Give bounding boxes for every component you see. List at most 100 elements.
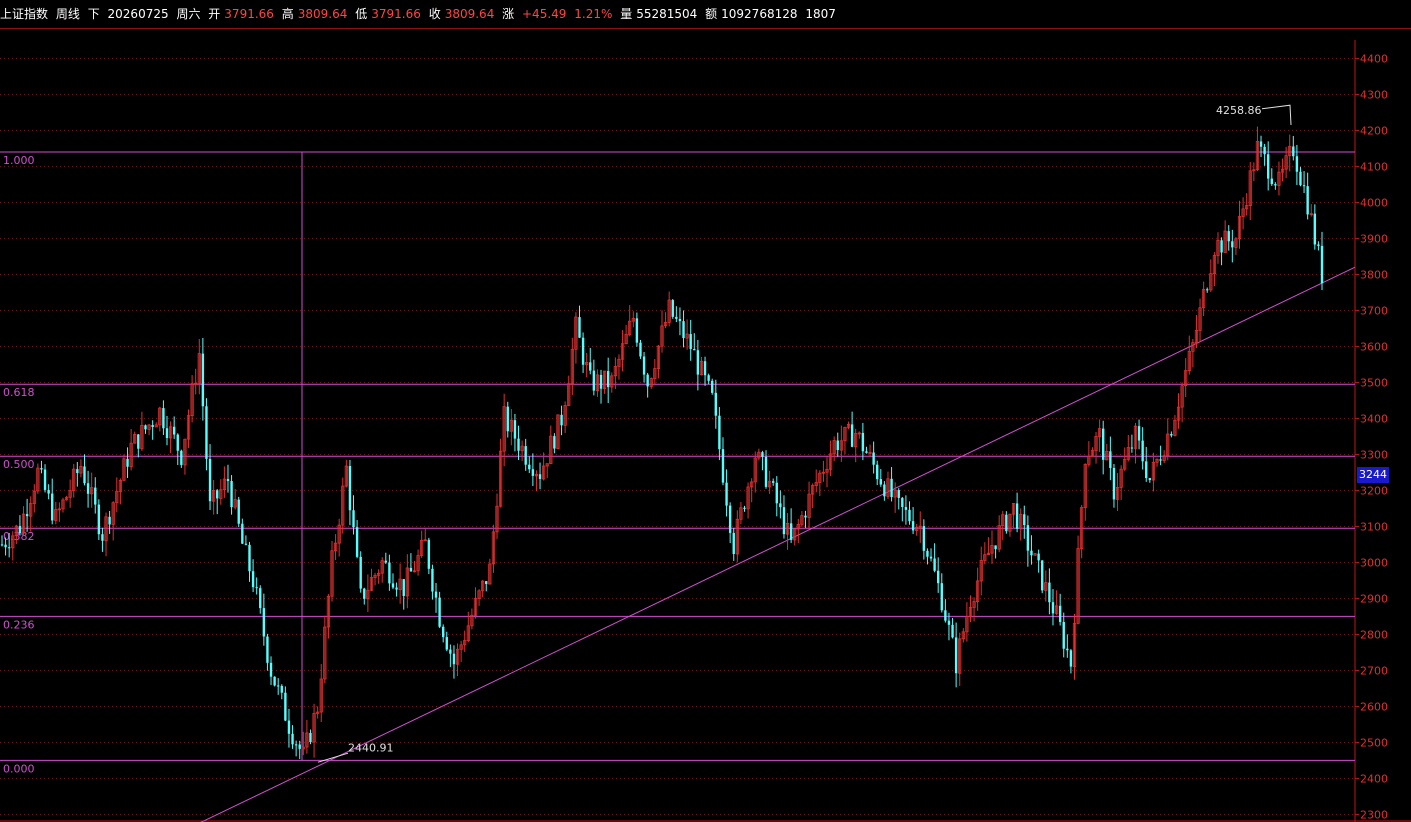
candle-body <box>216 490 219 499</box>
candle-body <box>172 426 176 435</box>
candle-body <box>725 482 728 506</box>
y-tick-label: 3800 <box>1360 268 1388 281</box>
candle-body <box>1037 553 1040 561</box>
candle-body <box>689 334 692 350</box>
open-value: 3791.66 <box>224 7 274 21</box>
y-tick-label: 3300 <box>1360 448 1388 461</box>
candle-body <box>43 469 47 490</box>
candle-body <box>294 744 298 746</box>
fib-label: 0.500 <box>3 458 35 471</box>
candle-body <box>248 544 251 572</box>
y-tick-label: 4100 <box>1360 160 1388 173</box>
candle-body <box>1227 231 1230 242</box>
y-tick-label: 2500 <box>1360 736 1388 749</box>
candle-body <box>395 587 398 590</box>
candle-body <box>904 507 908 510</box>
candle-body <box>1148 478 1152 481</box>
y-tick-label: 2900 <box>1360 592 1388 605</box>
change-value: +45.49 <box>522 7 567 21</box>
candle-body <box>714 392 718 416</box>
candle-body <box>1048 582 1051 603</box>
fuquan-label[interactable]: 下 <box>88 7 100 21</box>
open-label: 开 <box>208 7 221 21</box>
candle-body <box>7 547 11 549</box>
candle-body <box>47 489 50 494</box>
candle-body <box>779 503 782 508</box>
volume-value: 55281504 <box>636 7 698 21</box>
candle-body <box>922 526 926 551</box>
candle-body <box>592 370 596 391</box>
y-tick-label: 4300 <box>1360 88 1388 101</box>
candle-body <box>696 350 700 375</box>
quote-date: 20260725 <box>107 7 169 21</box>
candle-body <box>528 464 531 470</box>
candle-body <box>97 504 101 535</box>
candle-body <box>1263 146 1266 155</box>
candle-body <box>1112 467 1116 500</box>
high-value: 3809.64 <box>297 7 348 21</box>
candle-body <box>1159 459 1162 461</box>
candle-body <box>51 493 54 521</box>
y-tick-label: 3900 <box>1360 232 1388 245</box>
candle-body <box>86 483 90 494</box>
candle-body <box>1220 240 1223 253</box>
candle-body <box>255 587 258 589</box>
candle-body <box>266 636 269 663</box>
candle-body <box>707 375 710 381</box>
candle-body <box>162 408 165 429</box>
candle-body <box>273 676 276 686</box>
candle-body <box>284 692 287 721</box>
fib-label: 0.236 <box>3 618 35 631</box>
y-tick-label: 2800 <box>1360 628 1388 641</box>
candle-body <box>409 567 413 572</box>
candle-body <box>728 505 732 533</box>
candle-body <box>1137 426 1141 441</box>
index-name[interactable]: 上证指数 <box>0 7 48 21</box>
candle-body <box>445 637 448 650</box>
candle-body <box>836 440 839 451</box>
candle-body <box>434 591 438 598</box>
candle-body <box>513 420 517 439</box>
candle-body <box>262 608 266 637</box>
candle-body <box>359 556 362 589</box>
candle-body <box>298 744 301 749</box>
candle-body <box>560 414 563 426</box>
candle-body <box>94 487 97 505</box>
candlestick-chart[interactable]: 2300 2400 2500 2600 2700 2800 2900 3000 3100 3200… <box>0 30 1411 822</box>
candle-body <box>711 380 714 393</box>
candle-body <box>635 318 639 343</box>
candle-body <box>1058 605 1062 622</box>
candle-body <box>18 526 22 534</box>
extra-value: 1807 <box>805 7 836 21</box>
candle-body <box>101 534 104 541</box>
candle-body <box>1015 503 1019 529</box>
candle-body <box>348 466 352 511</box>
high-label: 高 <box>281 7 294 21</box>
candle-body <box>352 510 355 528</box>
amount-label: 额 <box>705 7 718 21</box>
candle-body <box>929 556 933 559</box>
candles <box>0 126 1324 760</box>
fib-label: 0.618 <box>3 386 35 399</box>
candle-body <box>1030 550 1033 556</box>
candle-body <box>671 300 674 317</box>
candle-body <box>1130 447 1134 449</box>
candle-body <box>642 356 646 375</box>
candle-body <box>1270 178 1273 185</box>
candle-body <box>1231 241 1234 248</box>
y-tick-label: 3400 <box>1360 412 1388 425</box>
period-label[interactable]: 周线 <box>56 7 80 21</box>
candle-body <box>1062 621 1065 649</box>
y-tick-label: 3200 <box>1360 484 1388 497</box>
candle-body <box>599 374 603 389</box>
candle-body <box>531 469 535 476</box>
candle-body <box>703 361 707 376</box>
candle-body <box>1170 434 1173 436</box>
fib-label: 0.000 <box>3 762 35 775</box>
candle-body <box>237 499 240 524</box>
candle-body <box>137 434 140 449</box>
candle-body <box>865 451 868 453</box>
candle-body <box>1299 171 1302 186</box>
candle-body <box>1320 245 1324 284</box>
candle-body <box>280 685 283 693</box>
